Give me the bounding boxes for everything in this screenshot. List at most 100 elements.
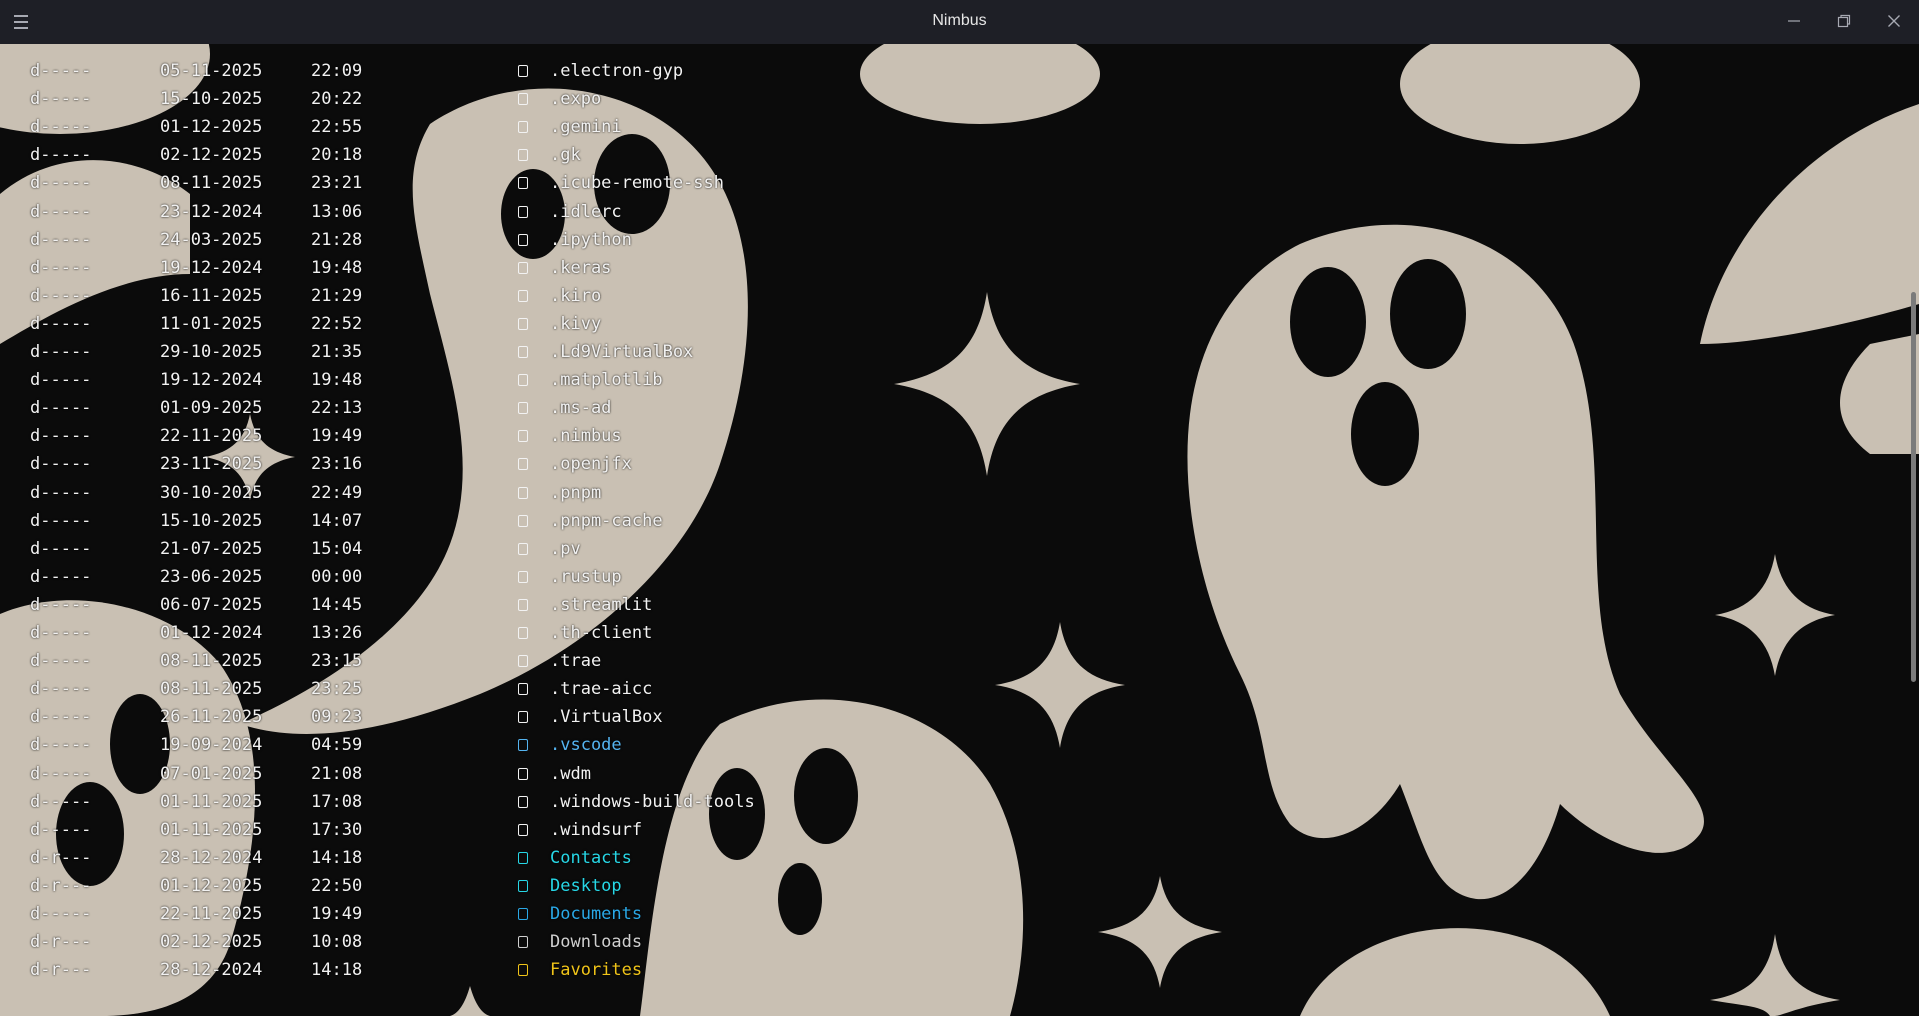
list-item[interactable]: d----- 01-09-2025 22:13 .ms-ad	[0, 394, 1000, 422]
entry-mode: d-----	[30, 370, 92, 391]
list-item[interactable]: d----- 07-01-2025 21:08 .wdm	[0, 760, 1000, 788]
list-item[interactable]: d----- 06-07-2025 14:45 .streamlit	[0, 591, 1000, 619]
list-item[interactable]: d----- 23-12-2024 13:06 .idlerc	[0, 198, 1000, 226]
entry-mode: d-r---	[30, 932, 92, 953]
entry-date: 19-09-2024	[160, 735, 263, 756]
list-item[interactable]: d----- 08-11-2025 23:25 .trae-aicc	[0, 675, 1000, 703]
entry-time: 20:22	[311, 89, 363, 110]
folder-icon	[518, 205, 528, 218]
entry-name: .pnpm	[550, 482, 602, 503]
entry-time: 17:30	[311, 819, 363, 840]
list-item[interactable]: d----- 16-11-2025 21:29 .kiro	[0, 282, 1000, 310]
entry-time: 19:48	[311, 257, 363, 278]
entry-name: .windows-build-tools	[550, 791, 755, 812]
list-item[interactable]: d-r--- 01-12-2025 22:50 Desktop	[0, 872, 1000, 900]
list-item[interactable]: d----- 21-07-2025 15:04 .pv	[0, 535, 1000, 563]
entry-time: 14:07	[311, 510, 363, 531]
list-item[interactable]: d----- 23-11-2025 23:16 .openjfx	[0, 450, 1000, 478]
folder-icon	[518, 289, 528, 302]
entry-mode: d-----	[30, 594, 92, 615]
folder-icon	[518, 458, 528, 471]
list-item[interactable]: d----- 01-12-2025 22:55 .gemini	[0, 113, 1000, 141]
entry-time: 21:28	[311, 229, 363, 250]
restore-button[interactable]	[1822, 8, 1868, 36]
list-item[interactable]: d----- 08-11-2025 23:15 .trae	[0, 647, 1000, 675]
entry-mode: d-----	[30, 426, 92, 447]
list-item[interactable]: d----- 01-11-2025 17:30 .windsurf	[0, 816, 1000, 844]
entry-mode: d-----	[30, 482, 92, 503]
entry-name: .VirtualBox	[550, 707, 663, 728]
list-item[interactable]: d----- 19-12-2024 19:48 .matplotlib	[0, 366, 1000, 394]
folder-icon	[518, 767, 528, 780]
folder-icon	[518, 739, 528, 752]
entry-date: 01-11-2025	[160, 819, 263, 840]
entry-mode: d-----	[30, 89, 92, 110]
entry-mode: d-----	[30, 117, 92, 138]
list-item[interactable]: d----- 26-11-2025 09:23 .VirtualBox	[0, 703, 1000, 731]
list-item[interactable]: d----- 08-11-2025 23:21 .icube-remote-ssh	[0, 169, 1000, 197]
list-item[interactable]: d----- 24-03-2025 21:28 .ipython	[0, 226, 1000, 254]
entry-time: 22:13	[311, 398, 363, 419]
entry-name: .th-client	[550, 623, 653, 643]
directory-listing: d----- 05-11-2025 22:09 .electron-gyp d-----…	[0, 44, 1900, 1016]
folder-icon	[518, 402, 528, 415]
entry-mode: d-----	[30, 819, 92, 840]
list-item[interactable]: d----- 30-10-2025 22:49 .pnpm	[0, 479, 1000, 507]
entry-date: 15-10-2025	[160, 510, 263, 531]
entry-name: .rustup	[550, 566, 622, 587]
entry-mode: d-r---	[30, 960, 92, 981]
list-item[interactable]: d----- 02-12-2025 20:18 .gk	[0, 141, 1000, 169]
entry-mode: d-----	[30, 735, 92, 756]
list-item[interactable]: d-r--- 02-12-2025 10:08 Downloads	[0, 928, 1000, 956]
list-item[interactable]: d----- 23-06-2025 00:00 .rustup	[0, 563, 1000, 591]
folder-icon	[518, 177, 528, 190]
folder-icon	[518, 795, 528, 808]
folder-icon	[518, 627, 528, 639]
entry-time: 22:52	[311, 313, 363, 334]
scrollbar-thumb[interactable]	[1911, 292, 1916, 682]
minimize-button[interactable]	[1772, 8, 1818, 36]
list-item[interactable]: d----- 01-12-2024 13:26 .th-client	[0, 619, 1000, 647]
entry-name: .nimbus	[550, 426, 622, 447]
entry-name: .wdm	[550, 763, 591, 784]
entry-date: 06-07-2025	[160, 594, 263, 615]
list-item[interactable]: d-r--- 28-12-2024 14:18 Contacts	[0, 844, 1000, 872]
entry-time: 20:18	[311, 145, 363, 166]
entry-name: .Ld9VirtualBox	[550, 342, 694, 362]
entry-name: .keras	[550, 257, 612, 278]
entry-mode: d-----	[30, 398, 92, 419]
folder-icon	[518, 261, 528, 274]
close-button[interactable]	[1872, 8, 1918, 36]
folder-icon	[518, 936, 528, 949]
list-item[interactable]: d----- 05-11-2025 22:09 .electron-gyp	[0, 57, 1000, 85]
list-item[interactable]: d----- 29-10-2025 21:35 .Ld9VirtualBox	[0, 338, 1000, 366]
list-item[interactable]: d----- 22-11-2025 19:49 Documents	[0, 900, 1000, 928]
list-item[interactable]: d----- 01-11-2025 17:08 .windows-build-tool…	[0, 788, 1000, 816]
folder-icon	[518, 598, 528, 611]
entry-date: 30-10-2025	[160, 482, 263, 503]
entry-mode: d-----	[30, 313, 92, 334]
entry-mode: d-----	[30, 229, 92, 250]
entry-name: .icube-remote-ssh	[550, 173, 724, 194]
entry-time: 14:45	[311, 594, 363, 615]
entry-name: .matplotlib	[550, 370, 663, 391]
restore-icon	[1837, 14, 1851, 28]
entry-time: 15:04	[311, 538, 363, 559]
list-item[interactable]: d----- 15-10-2025 14:07 .pnpm-cache	[0, 507, 1000, 535]
list-item[interactable]: d----- 11-01-2025 22:52 .kivy	[0, 310, 1000, 338]
list-item[interactable]: d----- 22-11-2025 19:49 .nimbus	[0, 422, 1000, 450]
entry-date: 02-12-2025	[160, 932, 263, 953]
list-item[interactable]: d----- 19-09-2024 04:59 .vscode	[0, 731, 1000, 759]
title-bar: Nimbus	[0, 0, 1919, 45]
list-item[interactable]: d----- 15-10-2025 20:22 .expo	[0, 85, 1000, 113]
folder-icon	[518, 514, 528, 527]
list-item[interactable]: d-r--- 28-12-2024 14:18 Favorites	[0, 956, 1000, 984]
list-item[interactable]: d----- 19-12-2024 19:48 .keras	[0, 254, 1000, 282]
entry-name: .vscode	[550, 735, 622, 756]
entry-mode: d-----	[30, 538, 92, 559]
scrollbar[interactable]	[1908, 44, 1919, 1016]
folder-icon	[518, 908, 528, 920]
entry-time: 19:49	[311, 426, 363, 447]
entry-name: Desktop	[550, 875, 622, 896]
entry-time: 22:55	[311, 117, 363, 138]
